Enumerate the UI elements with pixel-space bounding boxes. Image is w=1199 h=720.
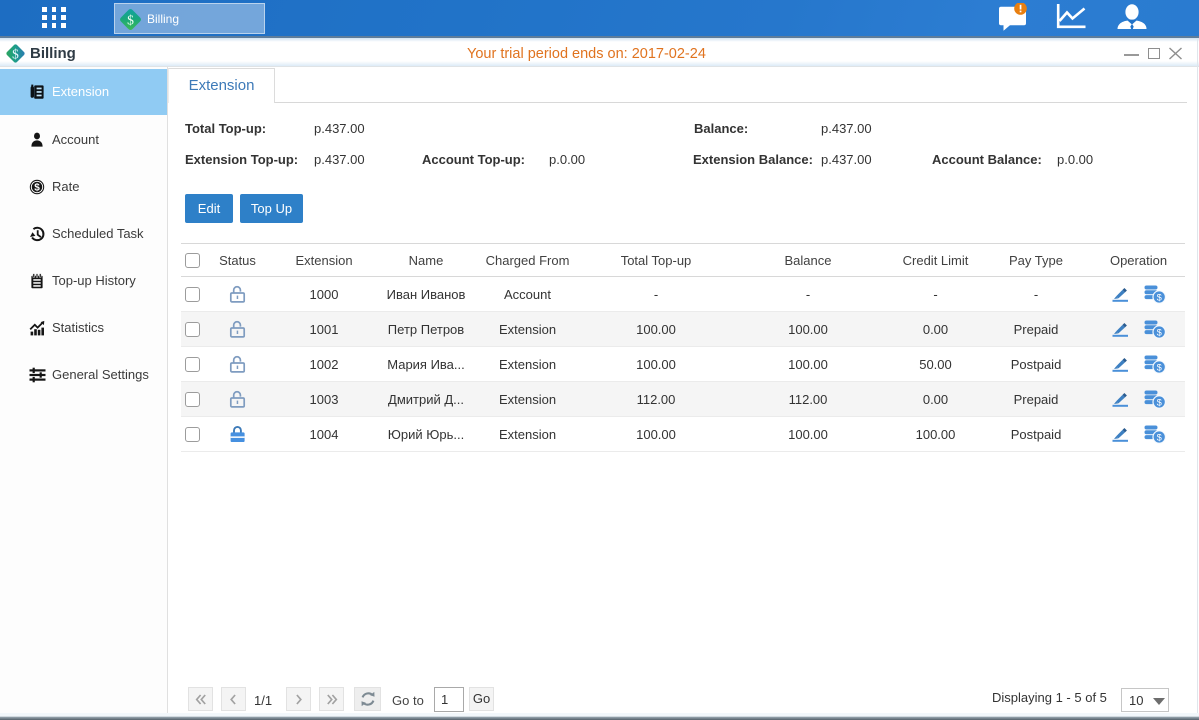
svg-text:$: $: [1156, 397, 1161, 407]
svg-text:$: $: [127, 12, 134, 27]
svg-text:$: $: [1156, 327, 1161, 337]
svg-text:$: $: [12, 46, 19, 61]
svg-text:$: $: [1156, 362, 1161, 372]
svg-text:$: $: [34, 183, 40, 194]
svg-text:$: $: [1156, 432, 1161, 442]
svg-text:$: $: [1156, 292, 1161, 302]
